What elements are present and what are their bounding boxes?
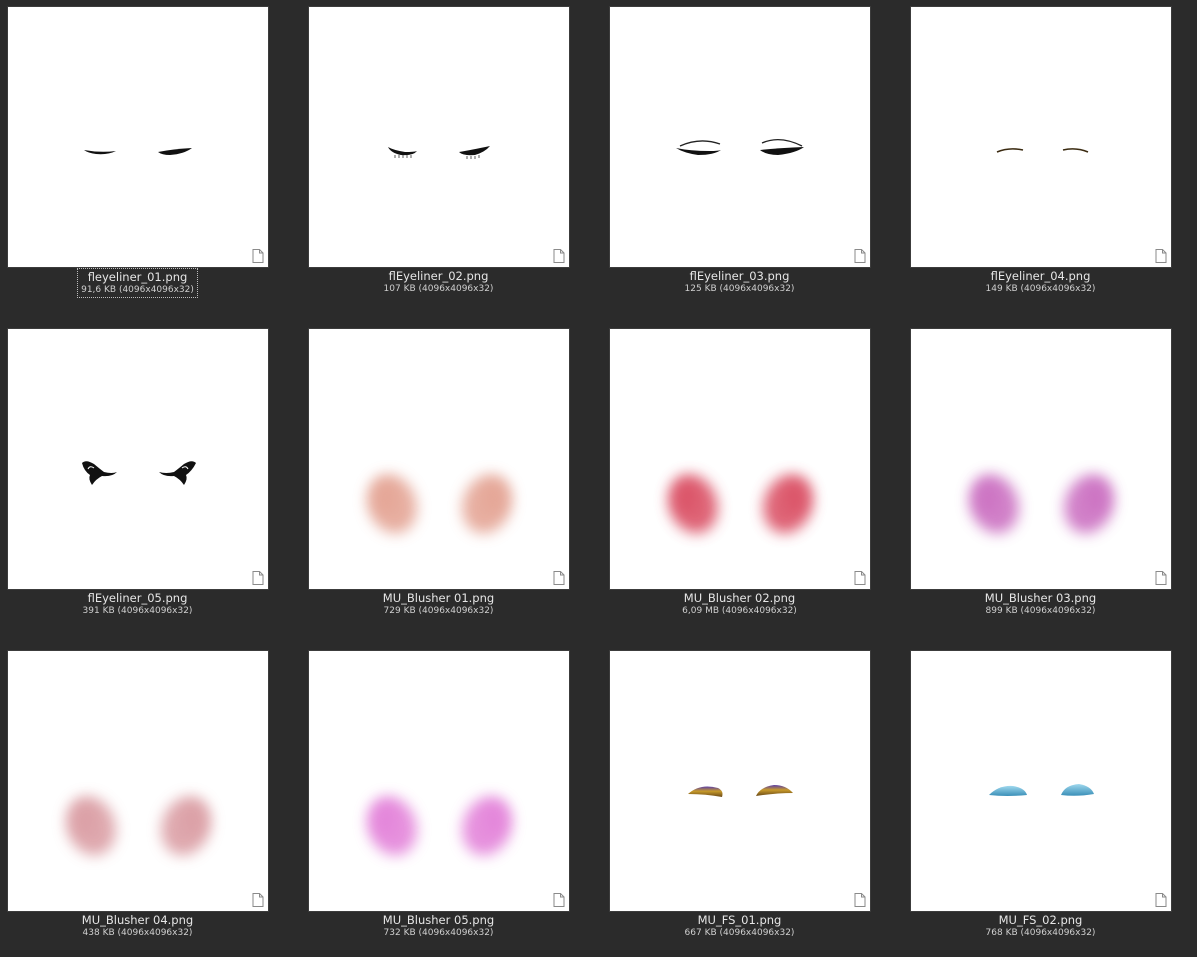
texture-preview	[66, 796, 211, 856]
texture-preview	[388, 146, 490, 159]
file-thumbnail[interactable]	[609, 6, 871, 268]
file-caption[interactable]: MU_Blusher 05.png 732 KB (4096x4096x32)	[301, 912, 576, 940]
file-caption[interactable]: flEyeliner_02.png 107 KB (4096x4096x32)	[301, 268, 576, 296]
file-thumbnail[interactable]	[308, 6, 570, 268]
document-icon	[854, 893, 866, 907]
file-meta: 899 KB (4096x4096x32)	[985, 606, 1096, 616]
texture-preview	[367, 796, 512, 856]
caption-box: MU_Blusher 01.png 729 KB (4096x4096x32)	[380, 590, 497, 618]
file-tile[interactable]: MU_Blusher 04.png 438 KB (4096x4096x32)	[0, 644, 301, 957]
document-icon	[252, 571, 264, 585]
file-name: MU_Blusher 02.png	[683, 591, 796, 605]
file-name: MU_Blusher 04.png	[81, 913, 194, 927]
caption-box: MU_Blusher 02.png 6,09 MB (4096x4096x32)	[679, 590, 800, 618]
file-meta: 6,09 MB (4096x4096x32)	[682, 606, 797, 616]
file-thumbnail[interactable]	[7, 650, 269, 912]
document-icon	[252, 249, 264, 263]
file-caption[interactable]: MU_FS_01.png 667 KB (4096x4096x32)	[602, 912, 877, 940]
selection-focus-box: fleyeliner_01.png 91,6 KB (4096x4096x32)	[77, 268, 198, 298]
document-icon	[854, 249, 866, 263]
document-icon	[1155, 571, 1167, 585]
document-icon	[1155, 249, 1167, 263]
file-name: flEyeliner_02.png	[388, 269, 489, 283]
file-caption[interactable]: MU_Blusher 04.png 438 KB (4096x4096x32)	[0, 912, 275, 940]
file-name: flEyeliner_03.png	[689, 269, 790, 283]
file-tile[interactable]: MU_Blusher 05.png 732 KB (4096x4096x32)	[301, 644, 602, 957]
texture-preview	[84, 148, 192, 155]
file-name: MU_Blusher 05.png	[382, 913, 495, 927]
document-icon	[553, 571, 565, 585]
file-caption[interactable]: fleyeliner_01.png 91,6 KB (4096x4096x32)	[0, 268, 275, 298]
texture-preview	[688, 785, 793, 797]
caption-box: flEyeliner_04.png 149 KB (4096x4096x32)	[983, 268, 1099, 296]
document-icon	[553, 893, 565, 907]
file-name: MU_Blusher 03.png	[984, 591, 1097, 605]
file-caption[interactable]: MU_Blusher 01.png 729 KB (4096x4096x32)	[301, 590, 576, 618]
file-name: MU_FS_01.png	[697, 913, 782, 927]
file-tile[interactable]: MU_FS_02.png 768 KB (4096x4096x32)	[903, 644, 1197, 957]
file-tile[interactable]: MU_Blusher 02.png 6,09 MB (4096x4096x32)	[602, 322, 903, 640]
texture-preview	[82, 461, 196, 485]
file-caption[interactable]: flEyeliner_05.png 391 KB (4096x4096x32)	[0, 590, 275, 618]
file-meta: 149 KB (4096x4096x32)	[985, 284, 1096, 294]
texture-preview	[367, 474, 512, 534]
file-name: MU_FS_02.png	[998, 913, 1083, 927]
file-thumbnail[interactable]	[910, 328, 1172, 590]
file-caption[interactable]: MU_FS_02.png 768 KB (4096x4096x32)	[903, 912, 1178, 940]
caption-box: MU_FS_01.png 667 KB (4096x4096x32)	[682, 912, 798, 940]
file-meta: 125 KB (4096x4096x32)	[684, 284, 795, 294]
file-meta: 438 KB (4096x4096x32)	[82, 928, 193, 938]
file-meta: 667 KB (4096x4096x32)	[684, 928, 795, 938]
caption-box: flEyeliner_03.png 125 KB (4096x4096x32)	[682, 268, 798, 296]
file-tile[interactable]: flEyeliner_03.png 125 KB (4096x4096x32)	[602, 0, 903, 318]
texture-preview	[676, 139, 804, 155]
thumbnail-grid: fleyeliner_01.png 91,6 KB (4096x4096x32) …	[0, 0, 1197, 957]
texture-preview	[996, 148, 1089, 153]
file-tile[interactable]: flEyeliner_04.png 149 KB (4096x4096x32)	[903, 0, 1197, 318]
file-meta: 768 KB (4096x4096x32)	[985, 928, 1096, 938]
file-tile[interactable]: flEyeliner_05.png 391 KB (4096x4096x32)	[0, 322, 301, 640]
caption-box: MU_Blusher 05.png 732 KB (4096x4096x32)	[380, 912, 497, 940]
document-icon	[252, 893, 264, 907]
file-thumbnail[interactable]	[609, 328, 871, 590]
file-meta: 732 KB (4096x4096x32)	[383, 928, 494, 938]
file-caption[interactable]: flEyeliner_03.png 125 KB (4096x4096x32)	[602, 268, 877, 296]
file-thumbnail[interactable]	[609, 650, 871, 912]
texture-preview	[989, 784, 1094, 796]
file-meta: 729 KB (4096x4096x32)	[383, 606, 494, 616]
file-thumbnail[interactable]	[910, 6, 1172, 268]
document-icon	[1155, 893, 1167, 907]
file-thumbnail[interactable]	[308, 328, 570, 590]
file-thumbnail[interactable]	[308, 650, 570, 912]
file-meta: 391 KB (4096x4096x32)	[82, 606, 193, 616]
file-caption[interactable]: MU_Blusher 03.png 899 KB (4096x4096x32)	[903, 590, 1178, 618]
file-tile[interactable]: MU_Blusher 03.png 899 KB (4096x4096x32)	[903, 322, 1197, 640]
caption-box: MU_Blusher 03.png 899 KB (4096x4096x32)	[982, 590, 1099, 618]
file-thumbnail[interactable]	[910, 650, 1172, 912]
file-meta: 107 KB (4096x4096x32)	[383, 284, 494, 294]
caption-box: MU_FS_02.png 768 KB (4096x4096x32)	[983, 912, 1099, 940]
document-icon	[854, 571, 866, 585]
file-tile[interactable]: flEyeliner_02.png 107 KB (4096x4096x32)	[301, 0, 602, 318]
file-name: flEyeliner_05.png	[87, 591, 188, 605]
caption-box: MU_Blusher 04.png 438 KB (4096x4096x32)	[79, 912, 196, 940]
caption-box: flEyeliner_02.png 107 KB (4096x4096x32)	[381, 268, 497, 296]
file-thumbnail[interactable]	[7, 328, 269, 590]
file-thumbnail[interactable]	[7, 6, 269, 268]
file-name: flEyeliner_04.png	[990, 269, 1091, 283]
file-tile[interactable]: MU_FS_01.png 667 KB (4096x4096x32)	[602, 644, 903, 957]
file-caption[interactable]: flEyeliner_04.png 149 KB (4096x4096x32)	[903, 268, 1178, 296]
file-meta: 91,6 KB (4096x4096x32)	[81, 285, 194, 295]
file-caption[interactable]: MU_Blusher 02.png 6,09 MB (4096x4096x32)	[602, 590, 877, 618]
texture-preview	[668, 474, 813, 534]
file-name: MU_Blusher 01.png	[382, 591, 495, 605]
file-tile[interactable]: fleyeliner_01.png 91,6 KB (4096x4096x32)	[0, 0, 301, 318]
file-name: fleyeliner_01.png	[87, 270, 188, 284]
document-icon	[553, 249, 565, 263]
texture-preview	[969, 474, 1114, 534]
caption-box: flEyeliner_05.png 391 KB (4096x4096x32)	[80, 590, 196, 618]
file-tile[interactable]: MU_Blusher 01.png 729 KB (4096x4096x32)	[301, 322, 602, 640]
